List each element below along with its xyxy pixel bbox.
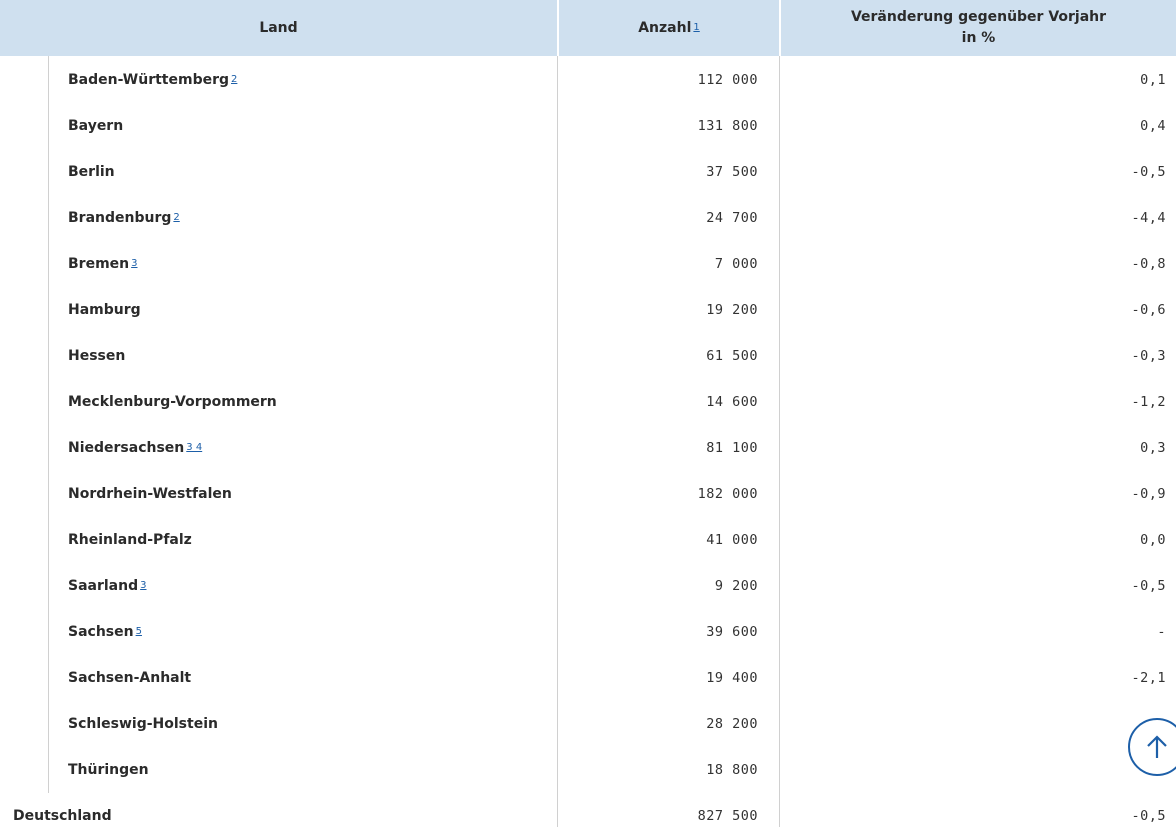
row-anzahl: 41 000	[706, 532, 758, 548]
row-land: Thüringen	[68, 747, 149, 793]
row-change: -2,1	[1131, 670, 1166, 686]
row-land: Berlin	[68, 149, 115, 195]
table-row: Niedersachsen 3 4 81 100 0,3	[0, 425, 1176, 471]
table-row-total: Deutschland 827 500 -0,5	[0, 793, 1176, 839]
table-row: Brandenburg 2 24 700 -4,4	[0, 195, 1176, 241]
row-change: -0,8	[1131, 256, 1166, 272]
row-land: Deutschland	[13, 808, 112, 824]
row-change: 0,3	[1140, 440, 1166, 456]
row-land: Hessen	[68, 333, 125, 379]
row-anzahl: 7 000	[714, 256, 758, 272]
row-land-label: Rheinland-Pfalz	[68, 532, 192, 548]
row-land: Mecklenburg-Vorpommern	[68, 379, 277, 425]
row-land: Sachsen 5	[68, 624, 142, 640]
row-anzahl: 61 500	[706, 348, 758, 364]
table-header: Land Anzahl 1 Veränderung gegenüber Vorja…	[0, 0, 1176, 56]
column-header-change-label: Veränderung gegenüber Vorjahr in %	[850, 9, 1107, 46]
row-anzahl: 827 500	[697, 808, 758, 824]
row-anzahl: 37 500	[706, 164, 758, 180]
row-land: Sachsen-Anhalt	[68, 655, 191, 701]
table-row: Nordrhein-Westfalen 182 000 -0,9	[0, 471, 1176, 517]
row-anzahl: 19 400	[706, 670, 758, 686]
table-row: Schleswig-Holstein 28 200	[0, 701, 1176, 747]
row-anzahl: 28 200	[706, 716, 758, 732]
table-row: Berlin 37 500 -0,5	[0, 149, 1176, 195]
row-change: -0,5	[1131, 164, 1166, 180]
table-row: Hamburg 19 200 -0,6	[0, 287, 1176, 333]
row-anzahl: 14 600	[706, 394, 758, 410]
row-land: Rheinland-Pfalz	[68, 517, 192, 563]
row-change	[782, 747, 1166, 793]
row-land-label: Saarland	[68, 578, 139, 594]
row-land: Niedersachsen 3 4	[68, 440, 203, 456]
row-anzahl: 81 100	[706, 440, 758, 456]
row-change	[782, 701, 1166, 747]
row-land-label: Mecklenburg-Vorpommern	[68, 394, 277, 410]
row-anzahl: 131 800	[697, 118, 758, 134]
row-land-label: Nordrhein-Westfalen	[68, 486, 232, 502]
row-anzahl: 19 200	[706, 302, 758, 318]
row-land: Saarland 3	[68, 578, 147, 594]
statistics-table: Land Anzahl 1 Veränderung gegenüber Vorja…	[0, 0, 1176, 827]
row-land-label: Sachsen-Anhalt	[68, 670, 192, 686]
row-land-label: Berlin	[68, 164, 115, 180]
table-row: Saarland 3 9 200 -0,5	[0, 563, 1176, 609]
table-row: Sachsen 5 39 600 -	[0, 609, 1176, 655]
table-row: Sachsen-Anhalt 19 400 -2,1	[0, 655, 1176, 701]
row-land: Hamburg	[68, 287, 141, 333]
row-change: -0,5	[1131, 578, 1166, 594]
row-anzahl: 182 000	[697, 486, 758, 502]
row-land-label: Thüringen	[68, 762, 149, 778]
row-land: Bremen 3	[68, 256, 138, 272]
row-land-label: Niedersachsen	[68, 440, 185, 456]
row-change: -0,5	[1131, 808, 1166, 824]
arrow-up-icon	[1147, 735, 1167, 758]
row-land-label: Brandenburg	[68, 210, 172, 226]
column-header-anzahl: Anzahl 1	[559, 0, 779, 56]
row-land: Bayern	[68, 103, 123, 149]
row-land: Schleswig-Holstein	[68, 701, 218, 747]
table-row: Bayern 131 800 0,4	[0, 103, 1176, 149]
row-land-label: Bremen	[68, 256, 130, 272]
row-change: -4,4	[1131, 210, 1166, 226]
column-header-land-label: Land	[259, 19, 298, 36]
row-change: 0,1	[1140, 72, 1166, 88]
row-land: Baden-Württemberg 2	[68, 72, 238, 88]
row-land-label: Sachsen	[68, 624, 134, 640]
row-change: 0,0	[1140, 532, 1166, 548]
row-anzahl: 24 700	[706, 210, 758, 226]
row-change: -	[1157, 624, 1166, 640]
row-anzahl: 9 200	[714, 578, 758, 594]
row-change: 0,4	[1140, 118, 1166, 134]
table-row: Bremen 3 7 000 -0,8	[0, 241, 1176, 287]
column-header-anzahl-label: Anzahl	[638, 19, 692, 36]
row-land-label: Hessen	[68, 348, 126, 364]
table-row: Baden-Württemberg 2 112 000 0,1	[0, 57, 1176, 103]
row-change: -0,9	[1131, 486, 1166, 502]
row-change: -0,6	[1131, 302, 1166, 318]
table-row: Thüringen 18 800	[0, 747, 1176, 793]
table-row: Hessen 61 500 -0,3	[0, 333, 1176, 379]
row-land: Brandenburg 2	[68, 210, 180, 226]
row-land-label: Hamburg	[68, 302, 141, 318]
column-header-change: Veränderung gegenüber Vorjahr in %	[781, 0, 1176, 56]
row-land-label: Bayern	[68, 118, 124, 134]
table-row: Mecklenburg-Vorpommern 14 600 -1,2	[0, 379, 1176, 425]
row-anzahl: 112 000	[697, 72, 758, 88]
column-header-land: Land	[0, 0, 557, 56]
row-change: -1,2	[1131, 394, 1166, 410]
row-anzahl: 39 600	[706, 624, 758, 640]
row-anzahl: 18 800	[706, 762, 758, 778]
row-change: -0,3	[1131, 348, 1166, 364]
table-row: Rheinland-Pfalz 41 000 0,0	[0, 517, 1176, 563]
row-land-label: Schleswig-Holstein	[68, 716, 218, 732]
row-land-label: Baden-Württemberg	[68, 72, 230, 88]
row-land: Nordrhein-Westfalen	[68, 471, 232, 517]
